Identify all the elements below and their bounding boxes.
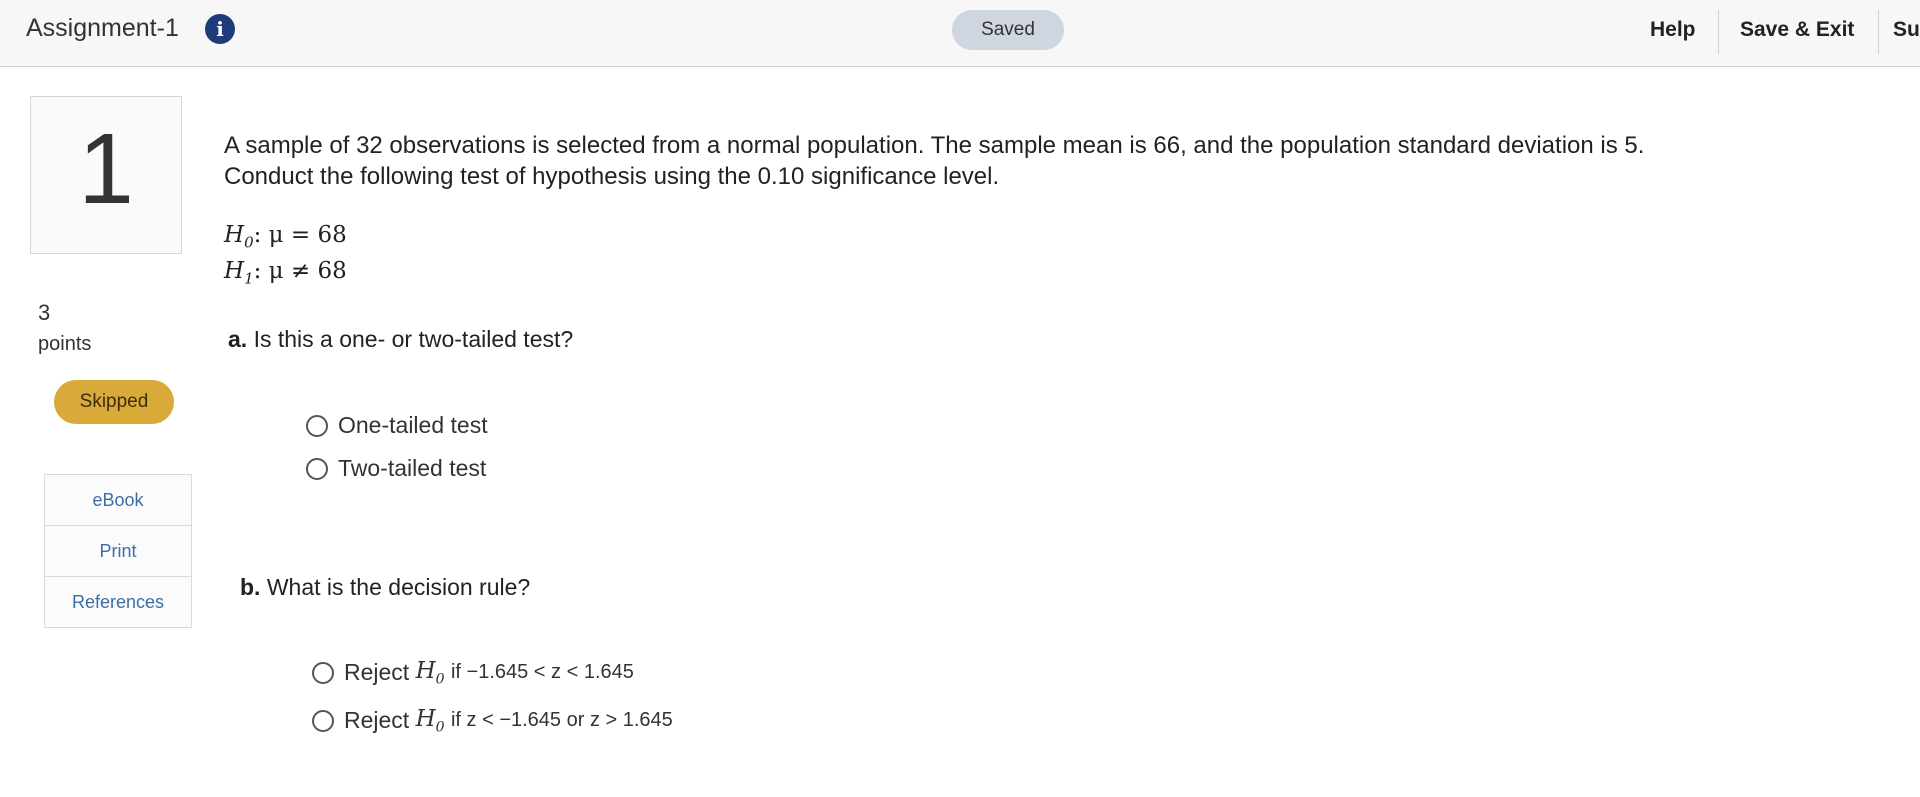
option-one-tailed[interactable]: One-tailed test (306, 412, 488, 439)
points-value: 3 (38, 300, 51, 325)
question-tools: eBook Print References (44, 474, 192, 628)
decision-rule-option-1[interactable]: Reject H0 if −1.645 < z < 1.645 (312, 658, 634, 688)
symbol-letter: H (415, 658, 436, 684)
symbol-subscript: 0 (435, 671, 445, 688)
option-rule: if z < −1.645 or z > 1.645 (450, 709, 673, 732)
hypothesis-symbol: H (224, 258, 245, 284)
ebook-link[interactable]: eBook (45, 475, 191, 526)
question-number-box: 1 (30, 96, 182, 254)
part-a-prompt: a. Is this a one- or two-tailed test? (228, 326, 573, 353)
saved-status-badge: Saved (952, 10, 1064, 50)
option-label: One-tailed test (338, 412, 488, 438)
top-bar: Assignment-1 i Saved Help Save & Exit Su (0, 0, 1920, 67)
submit-button[interactable]: Su (1893, 18, 1920, 42)
question-text-line: A sample of 32 observations is selected … (224, 132, 1645, 159)
radio-button[interactable] (306, 457, 328, 480)
save-exit-button[interactable]: Save & Exit (1740, 18, 1854, 42)
option-prefix: Reject (344, 659, 410, 686)
skipped-badge: Skipped (54, 380, 174, 424)
option-prefix: Reject (344, 707, 410, 734)
radio-button[interactable] (312, 709, 334, 732)
question-text-line: Conduct the following test of hypothesis… (224, 163, 1000, 190)
symbol-letter: H (415, 706, 436, 732)
hypothesis-statement: : μ ≠ 68 (253, 258, 347, 284)
help-button[interactable]: Help (1650, 18, 1696, 42)
null-hypothesis: H0: μ = 68 (224, 222, 347, 252)
header-divider (1878, 10, 1879, 54)
hypothesis-subscript: 1 (244, 269, 254, 288)
radio-button[interactable] (306, 414, 328, 437)
option-symbol: H0 (416, 706, 445, 736)
part-prompt-text: Is this a one- or two-tailed test? (253, 326, 574, 352)
part-letter: b. (240, 574, 261, 600)
option-label: Two-tailed test (338, 455, 487, 481)
hypothesis-statement: : μ = 68 (253, 222, 347, 248)
header-divider (1718, 10, 1719, 54)
print-link[interactable]: Print (45, 526, 191, 577)
option-symbol: H0 (416, 658, 445, 688)
decision-rule-option-2[interactable]: Reject H0 if z < −1.645 or z > 1.645 (312, 706, 673, 736)
part-letter: a. (228, 326, 248, 352)
question-number: 1 (78, 113, 134, 225)
hypothesis-subscript: 0 (244, 233, 254, 252)
part-prompt-text: What is the decision rule? (266, 574, 531, 600)
hypothesis-symbol: H (224, 222, 245, 248)
radio-button[interactable] (312, 661, 334, 684)
part-b-prompt: b. What is the decision rule? (240, 574, 530, 601)
alternative-hypothesis: H1: μ ≠ 68 (224, 258, 347, 288)
references-link[interactable]: References (45, 577, 191, 627)
symbol-subscript: 0 (435, 719, 445, 736)
option-two-tailed[interactable]: Two-tailed test (306, 455, 486, 482)
assignment-title: Assignment-1 (26, 14, 179, 42)
question-text: A sample of 32 observations is selected … (224, 130, 1824, 192)
points-label: points (38, 333, 92, 355)
option-rule: if −1.645 < z < 1.645 (450, 661, 634, 684)
info-icon[interactable]: i (205, 14, 235, 44)
